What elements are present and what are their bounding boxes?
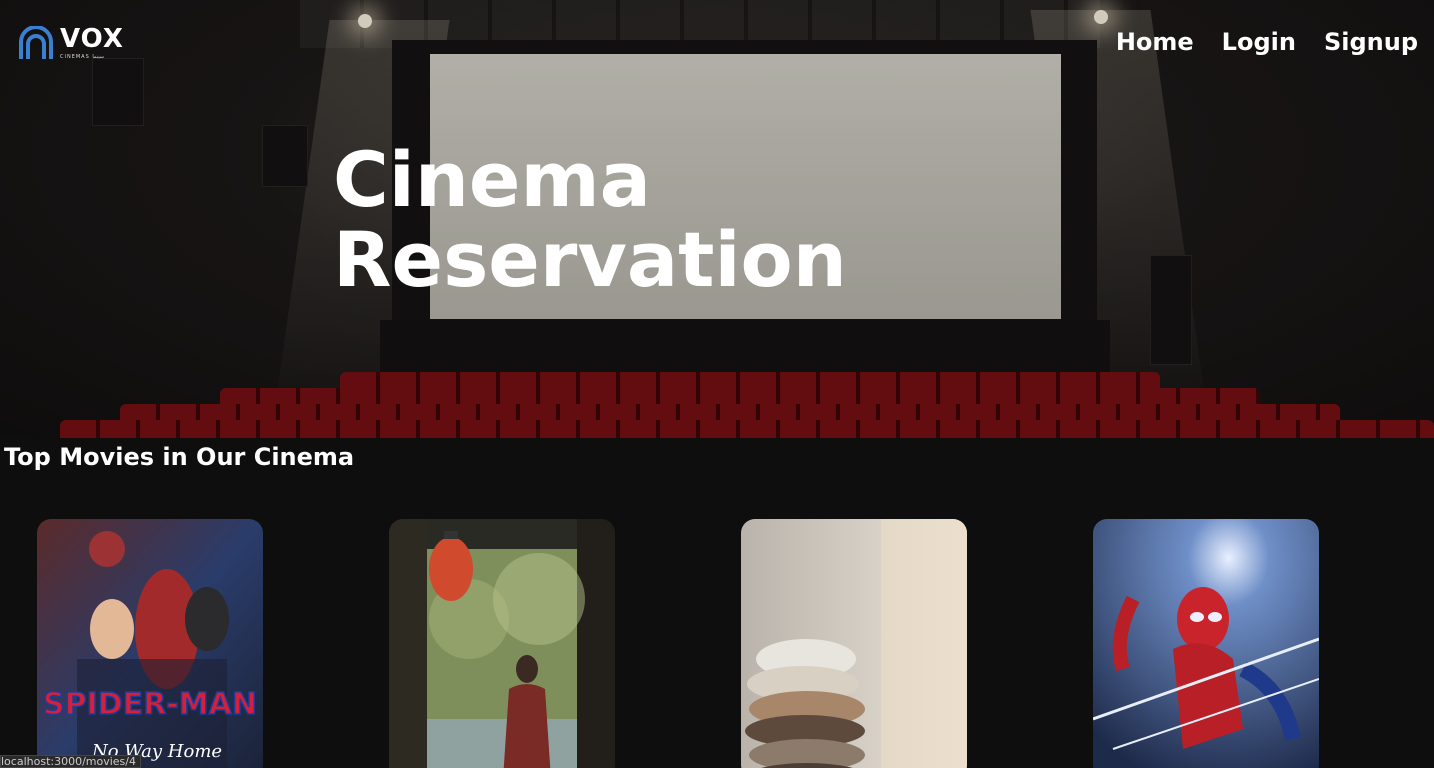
nav-login-link[interactable]: Login [1222, 28, 1296, 56]
hero-title-line2: Reservation [333, 215, 847, 304]
section-title: Top Movies in Our Cinema [4, 443, 355, 471]
movie-card-1[interactable]: SPIDER-MAN No Way Home [37, 519, 263, 768]
movie-card-3[interactable] [741, 519, 967, 768]
movie-poster-3 [741, 519, 967, 768]
poster-title: SPIDER-MAN [43, 687, 257, 722]
main-nav: Home Login Signup [1116, 28, 1418, 56]
status-url: localhost:3000/movies/4 [0, 755, 141, 768]
movie-poster-4 [1093, 519, 1319, 768]
brand-name: VOX [60, 24, 124, 54]
movie-poster-1: SPIDER-MAN No Way Home [37, 519, 263, 768]
nav-signup-link[interactable]: Signup [1324, 28, 1418, 56]
hero-title-line1: Cinema [333, 135, 651, 224]
movie-poster-2 [389, 519, 615, 768]
movie-card-2[interactable] [389, 519, 615, 768]
brand-tagline: CINEMAS سينما [60, 54, 104, 60]
nav-home-link[interactable]: Home [1116, 28, 1194, 56]
movie-card-4[interactable] [1093, 519, 1319, 768]
arch-icon [18, 25, 54, 60]
hero-title: Cinema Reservation [333, 140, 847, 300]
vox-logo[interactable]: VOX CINEMAS سينما [18, 24, 124, 60]
